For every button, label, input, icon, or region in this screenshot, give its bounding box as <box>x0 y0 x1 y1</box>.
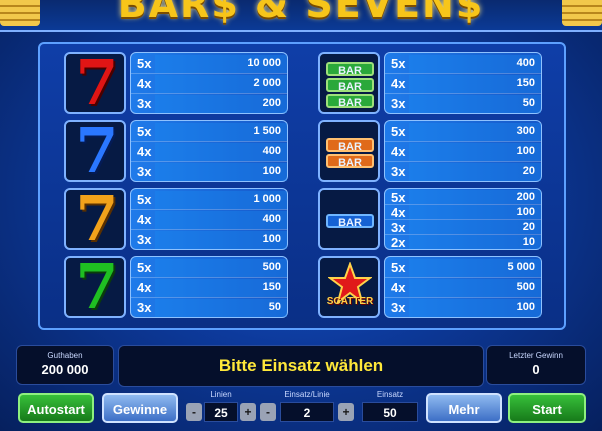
paytable-row-scatter: SCATTER 5x 5 000 4x 500 3x 100 <box>318 256 548 320</box>
gold-coins-right <box>562 0 602 26</box>
pay-line: 4x 400 <box>131 143 287 162</box>
lines-minus-button[interactable]: - <box>186 403 202 421</box>
bar-symbol-bottom: BAR <box>326 154 374 169</box>
pay-line: 4x 100 <box>385 143 541 162</box>
bar-symbol: BAR <box>326 214 374 229</box>
autostart-button[interactable]: Autostart <box>18 393 94 423</box>
paytable-row-red-seven: 7 5x 10 000 4x 2 000 3x 200 <box>64 52 294 116</box>
pay-line: 4x 100 <box>385 205 541 220</box>
pay-line: 3x 20 <box>385 163 541 181</box>
pay-line: 5x 5 000 <box>385 259 541 278</box>
single-bar-icon: BAR <box>318 188 380 250</box>
pay-line: 5x 1 500 <box>131 123 287 142</box>
paytable-row-single-bar: BAR 5x 200 4x 100 3x 20 2x 10 <box>318 188 548 252</box>
pay-line: 4x 400 <box>131 211 287 230</box>
more-button[interactable]: Mehr <box>426 393 502 423</box>
pay-line: 4x 150 <box>131 279 287 298</box>
pay-line: 3x 50 <box>131 299 287 317</box>
pay-line: 5x 200 <box>385 190 541 205</box>
gamble-button[interactable]: Gewinne <box>102 393 178 423</box>
payout-values: 5x 300 4x 100 3x 20 <box>384 120 542 182</box>
total-bet-label: Einsatz <box>376 390 404 399</box>
pay-line: 3x 20 <box>385 220 541 235</box>
paytable-row-blue-seven: 7 5x 1 500 4x 400 3x 100 <box>64 120 294 184</box>
payout-values: 5x 5 000 4x 500 3x 100 <box>384 256 542 318</box>
pay-line: 2x 10 <box>385 235 541 250</box>
green-seven-icon: 7 <box>64 256 126 318</box>
pay-line: 4x 150 <box>385 75 541 94</box>
bar-symbol-top: BAR <box>326 62 374 77</box>
paytable-row-orange-seven: 7 5x 1 000 4x 400 3x 100 <box>64 188 294 252</box>
bet-per-line-label: Einsatz/Linie <box>284 390 330 399</box>
payout-values: 5x 400 4x 150 3x 50 <box>384 52 542 114</box>
balance-panel: Guthaben 200 000 <box>16 345 114 385</box>
balance-value: 200 000 <box>41 362 89 377</box>
pay-line: 4x 2 000 <box>131 75 287 94</box>
pay-line: 3x 50 <box>385 95 541 113</box>
scatter-label: SCATTER <box>326 296 374 307</box>
pay-line: 5x 500 <box>131 259 287 278</box>
pay-line: 5x 300 <box>385 123 541 142</box>
double-bar-icon: BAR BAR <box>318 120 380 182</box>
last-win-panel: Letzter Gewinn 0 <box>486 345 586 385</box>
pay-line: 5x 400 <box>385 55 541 74</box>
game-title: BAR$ & SEVEN$ <box>117 0 485 26</box>
red-seven-icon: 7 <box>64 52 126 114</box>
last-win-value: 0 <box>532 362 540 377</box>
control-bar: Guthaben 200 000 Bitte Einsatz wählen Le… <box>0 340 602 431</box>
bet-per-line-plus-button[interactable]: + <box>338 403 354 421</box>
lines-control: Linien - 25 + <box>186 390 256 427</box>
bar-symbol-bottom: BAR <box>326 94 374 109</box>
bar-symbol-top: BAR <box>326 138 374 153</box>
bar-symbol-middle: BAR <box>326 78 374 93</box>
paytable-row-green-seven: 7 5x 500 4x 150 3x 50 <box>64 256 294 320</box>
paytable: 7 5x 10 000 4x 2 000 3x 200 7 5x 1 500 4x 400… <box>38 42 566 330</box>
bet-per-line-minus-button[interactable]: - <box>260 403 276 421</box>
pay-line: 3x 200 <box>131 95 287 113</box>
pay-line: 5x 1 000 <box>131 191 287 210</box>
balance-label: Guthaben <box>47 351 83 360</box>
orange-seven-icon: 7 <box>64 188 126 250</box>
bet-per-line-value: 2 <box>280 402 334 422</box>
top-banner: BAR$ & SEVEN$ <box>0 0 602 32</box>
gold-coins-left <box>0 0 40 26</box>
total-bet-control: Einsatz 50 <box>362 390 418 427</box>
last-win-label: Letzter Gewinn <box>509 351 563 360</box>
total-bet-value: 50 <box>362 402 418 422</box>
lines-label: Linien <box>210 390 232 399</box>
paytable-row-triple-bar: BAR BAR BAR 5x 400 4x 150 3x 50 <box>318 52 548 116</box>
paytable-row-double-bar: BAR BAR 5x 300 4x 100 3x 20 <box>318 120 548 184</box>
payout-values: 5x 10 000 4x 2 000 3x 200 <box>130 52 288 114</box>
bet-per-line-control: Einsatz/Linie - 2 + <box>260 390 354 427</box>
pay-line: 5x 10 000 <box>131 55 287 74</box>
lines-value: 25 <box>204 402 238 422</box>
blue-seven-icon: 7 <box>64 120 126 182</box>
pay-line: 3x 100 <box>385 299 541 317</box>
pay-line: 3x 100 <box>131 231 287 249</box>
pay-line: 3x 100 <box>131 163 287 181</box>
payout-values: 5x 1 000 4x 400 3x 100 <box>130 188 288 250</box>
payout-values: 5x 500 4x 150 3x 50 <box>130 256 288 318</box>
payout-values: 5x 1 500 4x 400 3x 100 <box>130 120 288 182</box>
scatter-star-icon: SCATTER <box>318 256 380 318</box>
status-message: Bitte Einsatz wählen <box>118 345 484 387</box>
lines-plus-button[interactable]: + <box>240 403 256 421</box>
pay-line: 4x 500 <box>385 279 541 298</box>
triple-bar-icon: BAR BAR BAR <box>318 52 380 114</box>
start-button[interactable]: Start <box>508 393 586 423</box>
payout-values: 5x 200 4x 100 3x 20 2x 10 <box>384 188 542 250</box>
